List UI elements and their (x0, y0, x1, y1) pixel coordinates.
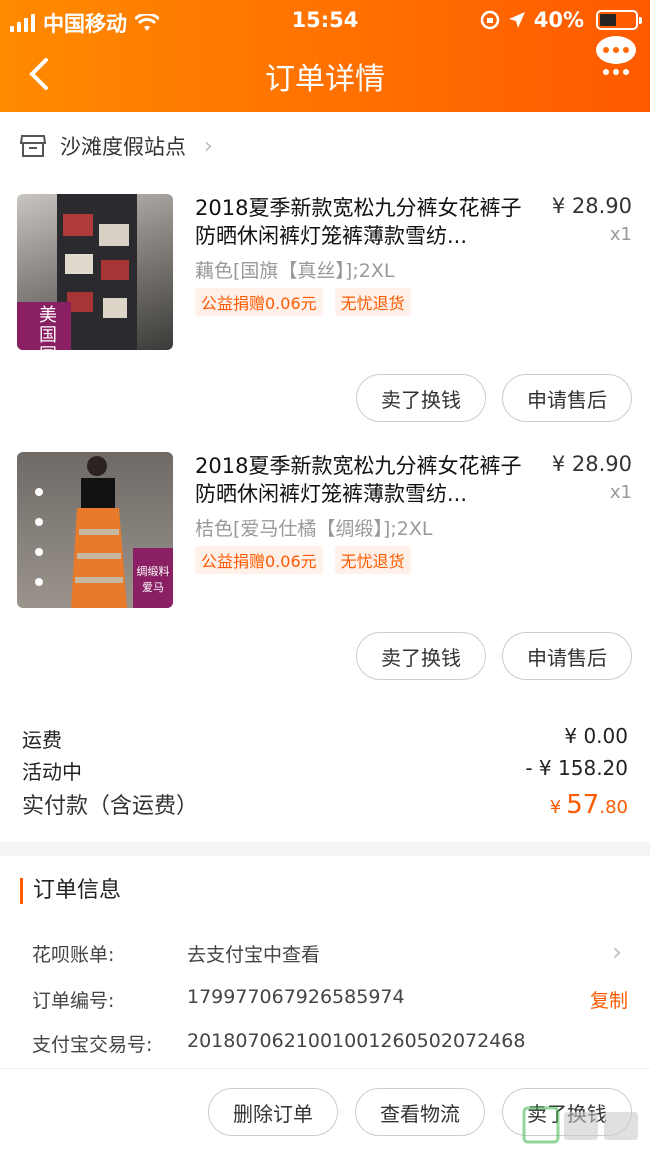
item-qty: x1 (609, 224, 632, 245)
total-value: ¥ 57.80 (550, 790, 628, 820)
total-label: 实付款（含运费） (22, 794, 199, 819)
shop-row[interactable]: 沙滩度假站点 › (20, 128, 213, 164)
total-row: 实付款（含运费） ¥ 57.80 (22, 788, 628, 820)
info-value: 2018070621001001260502072468 (187, 1030, 526, 1052)
status-bar: 中国移动 15:54 40% (0, 4, 650, 36)
section-divider (0, 842, 650, 856)
info-value: 179977067926585974 (187, 986, 405, 1008)
item-actions: 卖了换钱 申请售后 (356, 374, 632, 422)
divider (0, 1068, 650, 1069)
promo-value: - ¥ 158.20 (525, 756, 628, 780)
info-key: 花呗账单: (32, 944, 115, 966)
status-right: 40% (480, 8, 642, 32)
order-item[interactable]: 绸缎料 爱马 2018夏季新款宽松九分裤女花裤子防晒休闲裤灯笼裤薄款雪纺... … (17, 452, 632, 692)
page-title: 订单详情 (265, 62, 385, 97)
store-icon (20, 135, 46, 157)
shipping-label: 运费 (22, 728, 62, 752)
chevron-right-icon: › (612, 938, 622, 966)
product-thumbnail[interactable]: 绸缎料 爱马 (17, 452, 173, 608)
return-tag: 无忧退货 (334, 288, 411, 316)
view-logistics-button[interactable]: 查看物流 (355, 1088, 485, 1136)
product-thumbnail[interactable]: 美国国 (17, 194, 173, 350)
chevron-right-icon: › (204, 133, 213, 159)
copy-button[interactable]: 复制 (590, 986, 628, 1013)
top-header: 中国移动 15:54 40% 订单详情 (0, 0, 650, 112)
thumb-label: 绸缎料 爱马 (136, 565, 170, 594)
item-name[interactable]: 2018夏季新款宽松九分裤女花裤子防晒休闲裤灯笼裤薄款雪纺... (195, 452, 525, 508)
info-value: 去支付宝中查看 (187, 944, 321, 966)
charity-tag: 公益捐赠0.06元 (195, 288, 323, 316)
item-sku: 桔色[爱马仕橘【绸缎】];2XL (195, 518, 433, 540)
order-info-title: 订单信息 (20, 878, 121, 904)
shipping-value: ¥ 0.00 (564, 724, 628, 748)
promo-row: 活动中 - ¥ 158.20 (22, 756, 628, 785)
charity-tag: 公益捐赠0.06元 (195, 546, 323, 574)
shipping-row: 运费 ¥ 0.00 (22, 724, 628, 753)
return-tag: 无忧退货 (334, 546, 411, 574)
info-key: 订单编号: (32, 990, 115, 1012)
order-item[interactable]: 美国国 2018夏季新款宽松九分裤女花裤子防晒休闲裤灯笼裤薄款雪纺... ¥ 2… (17, 194, 632, 434)
item-actions: 卖了换钱 申请售后 (356, 632, 632, 680)
after-sale-button[interactable]: 申请售后 (502, 374, 632, 422)
item-price: ¥ 28.90 (551, 452, 632, 476)
watermark-logo (522, 1106, 638, 1144)
resell-button[interactable]: 卖了换钱 (356, 632, 486, 680)
total-integer: 57 (566, 790, 600, 820)
thumb-label: 美国国 (39, 305, 57, 351)
total-decimal: .80 (599, 797, 628, 818)
item-tags: 公益捐赠0.06元 无忧退货 (195, 288, 411, 316)
lock-rotation-icon (480, 10, 499, 30)
total-currency: ¥ (549, 797, 562, 818)
battery-percent: 40% (533, 8, 584, 32)
item-price: ¥ 28.90 (551, 194, 632, 218)
item-tags: 公益捐赠0.06元 无忧退货 (195, 546, 411, 574)
nav-bar: 订单详情 (0, 36, 650, 106)
delete-order-button[interactable]: 删除订单 (208, 1088, 338, 1136)
promo-label: 活动中 (22, 760, 82, 784)
shop-name: 沙滩度假站点 (60, 135, 186, 159)
after-sale-button[interactable]: 申请售后 (502, 632, 632, 680)
resell-button[interactable]: 卖了换钱 (356, 374, 486, 422)
item-qty: x1 (609, 482, 632, 503)
info-key: 支付宝交易号: (32, 1034, 153, 1056)
location-icon (508, 12, 525, 28)
chat-more-icon[interactable] (594, 34, 638, 78)
battery-icon (596, 10, 642, 30)
item-sku: 藕色[国旗【真丝】];2XL (195, 260, 395, 282)
item-name[interactable]: 2018夏季新款宽松九分裤女花裤子防晒休闲裤灯笼裤薄款雪纺... (195, 194, 525, 250)
